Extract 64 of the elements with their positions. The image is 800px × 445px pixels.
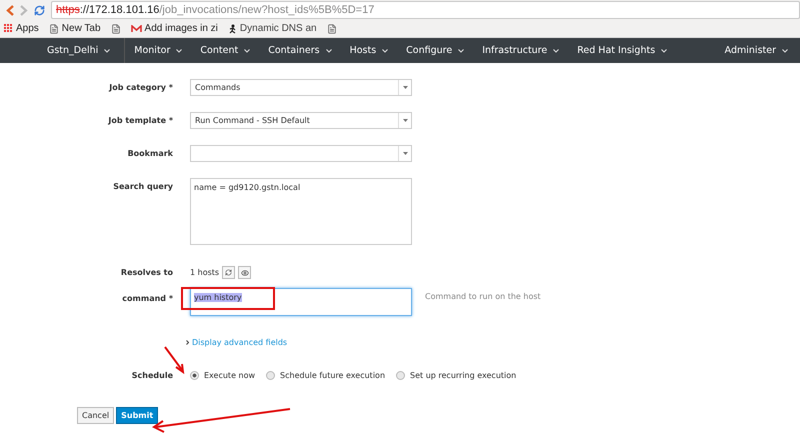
radio-label: Execute now bbox=[204, 371, 256, 380]
bookmark-link[interactable]: Add images in zi bbox=[144, 23, 218, 34]
caret-icon bbox=[402, 119, 408, 122]
chevron-down-icon bbox=[176, 48, 182, 52]
field-label: Resolves to bbox=[120, 268, 174, 277]
preview-button[interactable] bbox=[238, 266, 252, 279]
runner-icon bbox=[228, 24, 237, 34]
page-icon bbox=[326, 24, 337, 34]
cancel-button[interactable]: Cancel bbox=[77, 407, 114, 424]
select-value: Commands bbox=[195, 83, 240, 92]
nav-menu[interactable]: Monitor bbox=[125, 38, 192, 63]
mail-icon bbox=[130, 24, 142, 32]
command-field[interactable]: yum history bbox=[190, 288, 412, 316]
user-menu[interactable]: Administer bbox=[716, 38, 800, 63]
radio-label: Schedule future execution bbox=[280, 371, 386, 380]
radio-button[interactable] bbox=[396, 371, 406, 380]
chevron-down-icon bbox=[244, 48, 250, 52]
chevron-down-icon bbox=[326, 48, 332, 52]
chevron-down-icon bbox=[382, 48, 388, 52]
chevron-down-icon bbox=[553, 48, 560, 52]
field-label: Job template * bbox=[106, 116, 174, 125]
field-label: Schedule bbox=[130, 371, 174, 380]
nav-menu[interactable]: Hosts bbox=[340, 38, 398, 63]
apps-grid-icon bbox=[4, 24, 13, 33]
field-label: Job category * bbox=[108, 83, 174, 92]
radio-label: Set up recurring execution bbox=[410, 371, 516, 380]
host-count: 1 hosts bbox=[190, 268, 220, 277]
refresh-button[interactable] bbox=[222, 266, 236, 279]
chevron-down-icon bbox=[661, 48, 668, 52]
organization-menu[interactable]: Gstn_Delhi bbox=[38, 38, 126, 63]
chevron-right-icon bbox=[186, 340, 189, 345]
bookmark-link[interactable]: Apps bbox=[16, 23, 39, 34]
bookmark-link[interactable]: New Tab bbox=[62, 23, 101, 34]
bookmark-link[interactable]: Dynamic DNS an bbox=[240, 23, 317, 34]
field-label: command * bbox=[121, 293, 174, 303]
select-value: Run Command - SSH Default bbox=[195, 116, 310, 125]
select-field[interactable] bbox=[190, 145, 412, 162]
nav-menu[interactable]: Red Hat Insights bbox=[568, 38, 676, 63]
page-icon bbox=[48, 24, 59, 34]
select-field[interactable]: Commands bbox=[190, 79, 412, 96]
radio-button[interactable] bbox=[266, 371, 276, 380]
url-field[interactable]: https://172.18.101.16/job_invocations/new?host_ids%5B%5D=17 bbox=[51, 1, 800, 19]
submit-button[interactable]: Submit bbox=[116, 407, 158, 424]
nav-menu[interactable]: Content bbox=[191, 38, 260, 63]
nav-menu[interactable]: Configure bbox=[397, 38, 474, 63]
caret-icon bbox=[402, 86, 408, 89]
forward-icon[interactable] bbox=[20, 4, 28, 16]
refresh-icon bbox=[225, 269, 232, 276]
page-icon bbox=[110, 24, 121, 34]
eye-icon bbox=[240, 268, 249, 276]
nav-menu[interactable]: Containers bbox=[259, 38, 341, 63]
reload-icon[interactable] bbox=[34, 4, 45, 16]
help-text: Command to run on the host bbox=[425, 291, 541, 301]
select-field[interactable]: Run Command - SSH Default bbox=[190, 112, 412, 129]
radio-button[interactable] bbox=[190, 371, 199, 380]
caret-icon bbox=[402, 152, 408, 155]
field-label: Bookmark bbox=[126, 149, 174, 158]
chevron-down-icon bbox=[458, 48, 464, 52]
chevron-down-icon bbox=[104, 48, 110, 52]
field-label: Search query bbox=[112, 181, 174, 191]
chevron-down-icon bbox=[782, 48, 788, 52]
search-query-field[interactable]: name = gd9120.gstn.local bbox=[190, 178, 412, 245]
back-icon[interactable] bbox=[6, 4, 14, 16]
nav-menu[interactable]: Infrastructure bbox=[473, 38, 568, 63]
